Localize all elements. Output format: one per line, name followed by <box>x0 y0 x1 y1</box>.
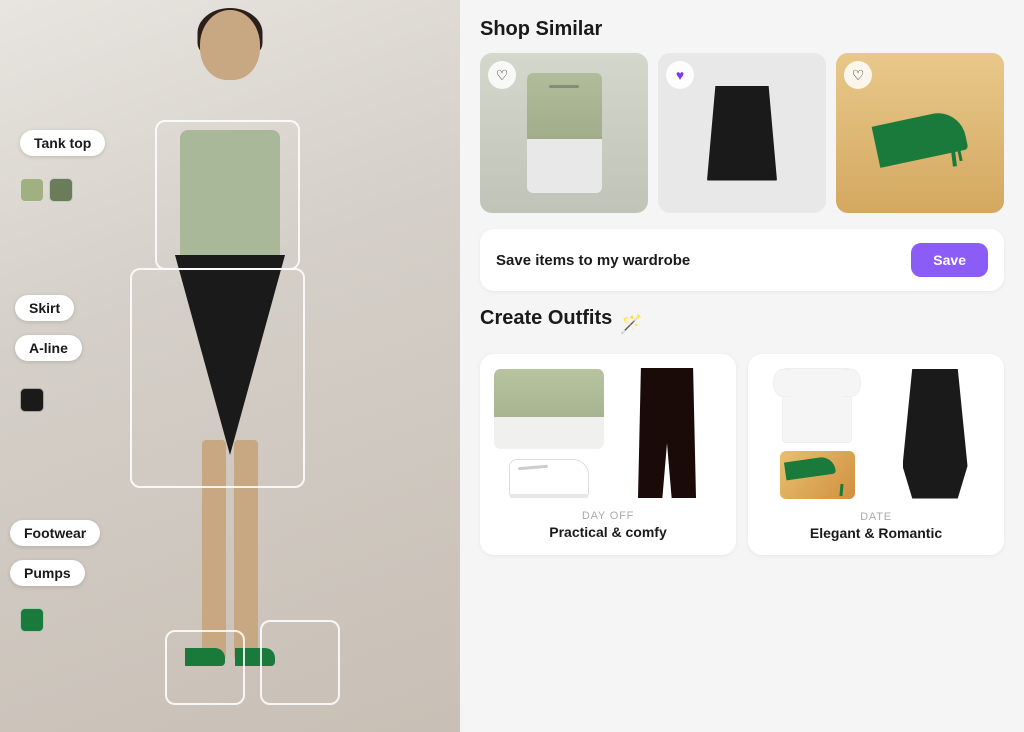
outfit-items-date <box>762 368 990 499</box>
outfit-category-day-off: DAY OFF <box>494 510 722 522</box>
label-tank-top[interactable]: Tank top <box>20 130 105 156</box>
product-card-skirt[interactable]: ♥ <box>658 53 826 213</box>
outfit-name-date: Elegant & Romantic <box>762 525 990 541</box>
label-aline[interactable]: A-line <box>15 335 82 361</box>
outfit-item-tank <box>494 368 604 450</box>
outfit-items-day-off <box>494 368 722 498</box>
outfit-item-heels-date <box>762 451 872 499</box>
left-panel: Tank top Skirt A-line Footwear Pumps <box>0 0 460 732</box>
save-wardrobe-bar: Save items to my wardrobe Save <box>480 229 1004 291</box>
label-skirt[interactable]: Skirt <box>15 295 74 321</box>
detection-box-footwear-left <box>165 630 245 705</box>
shop-similar-title: Shop Similar <box>480 18 1004 41</box>
swatch-green[interactable] <box>20 608 44 632</box>
outfit-item-blouse <box>762 368 872 443</box>
create-outfits-title: Create Outfits <box>480 307 612 330</box>
swatch-dark-sage[interactable] <box>49 178 73 202</box>
outfit-category-date: DATE <box>762 511 990 523</box>
save-wardrobe-text: Save items to my wardrobe <box>496 252 690 269</box>
outfit-name-day-off: Practical & comfy <box>494 524 722 540</box>
outfits-grid: DAY OFF Practical & comfy <box>480 354 1004 555</box>
swatch-black[interactable] <box>20 388 44 412</box>
swatches-footwear <box>20 608 44 632</box>
create-outfits-header: Create Outfits 🪄 <box>480 307 1004 342</box>
create-outfits-section: Create Outfits 🪄 <box>480 307 1004 555</box>
like-button-skirt[interactable]: ♥ <box>666 61 694 89</box>
right-panel: Shop Similar ♡ ♥ ♡ <box>460 0 1024 732</box>
outfit-card-day-off[interactable]: DAY OFF Practical & comfy <box>480 354 736 555</box>
detection-box-skirt <box>130 268 305 488</box>
product-card-heels[interactable]: ♡ <box>836 53 1004 213</box>
swatches-tank <box>20 178 73 202</box>
magic-wand-icon: 🪄 <box>620 314 642 335</box>
swatches-skirt <box>20 388 44 412</box>
swatch-sage[interactable] <box>20 178 44 202</box>
outfit-photo: Tank top Skirt A-line Footwear Pumps <box>0 0 460 732</box>
product-grid: ♡ ♥ ♡ <box>480 53 1004 213</box>
like-button-heels[interactable]: ♡ <box>844 61 872 89</box>
outfit-card-date[interactable]: DATE Elegant & Romantic <box>748 354 1004 555</box>
label-pumps[interactable]: Pumps <box>10 560 85 586</box>
detection-box-footwear-right <box>260 620 340 705</box>
outfit-item-ruffle-skirt <box>880 368 990 499</box>
save-wardrobe-button[interactable]: Save <box>911 243 988 277</box>
detection-box-tank <box>155 120 300 270</box>
label-footwear[interactable]: Footwear <box>10 520 100 546</box>
outfit-item-pants <box>612 368 722 498</box>
head <box>200 10 260 80</box>
outfit-item-sneakers <box>494 458 604 498</box>
shop-similar-section: Shop Similar ♡ ♥ ♡ <box>480 18 1004 213</box>
product-card-tank[interactable]: ♡ <box>480 53 648 213</box>
like-button-tank[interactable]: ♡ <box>488 61 516 89</box>
